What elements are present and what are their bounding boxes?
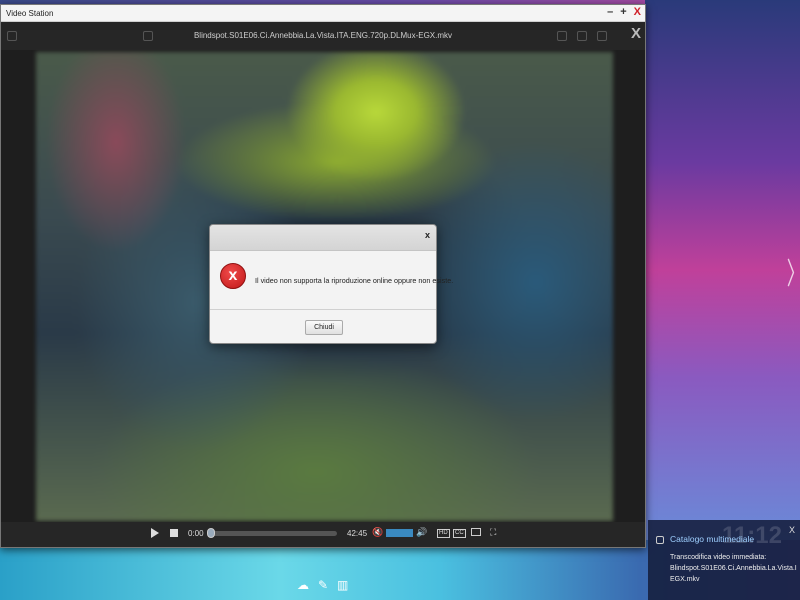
hd-icon[interactable]: HD — [437, 529, 450, 538]
notification-line-2: Blindspot.S01E06.Ci.Annebbia.La.Vista.I — [670, 565, 797, 572]
playback-controls: 0:00 42:45 🔇 🔊 HD CC ⛶ — [1, 522, 645, 547]
tools-icon[interactable]: ✎ — [318, 578, 328, 592]
book-icon[interactable]: ▥ — [337, 578, 348, 592]
maximize-button[interactable]: + — [620, 6, 626, 18]
cloud-icon[interactable]: ☁ — [297, 578, 309, 592]
dialog-message: Il video non supporta la riproduzione on… — [255, 276, 454, 285]
fullscreen-icon[interactable]: ⛶ — [490, 527, 496, 538]
notification-line-3: EGX.mkv — [670, 576, 700, 583]
seek-bar[interactable] — [209, 531, 337, 536]
minimize-button[interactable]: – — [607, 6, 613, 18]
dialog-close-button[interactable]: x — [425, 230, 430, 240]
close-window-button[interactable]: X — [634, 6, 641, 18]
dialog-header: x — [210, 225, 436, 251]
volume-slider[interactable] — [386, 529, 413, 537]
error-icon: x — [220, 263, 246, 289]
mute-icon[interactable]: 🔇 — [372, 527, 383, 538]
notification-close-button[interactable]: X — [789, 525, 795, 535]
window-titlebar: Video Station – + X — [1, 5, 645, 22]
player-toolbar: Blindspot.S01E06.Ci.Annebbia.La.Vista.IT… — [1, 22, 645, 50]
desktop-wallpaper-right — [645, 0, 800, 540]
play-icon[interactable] — [151, 528, 159, 538]
total-time: 42:45 — [347, 529, 368, 538]
current-time: 0:00 — [188, 529, 204, 538]
notification-title: Catalogo multimediale — [670, 534, 755, 544]
seek-handle[interactable] — [207, 528, 215, 538]
error-dialog: x x Il video non supporta la riproduzion… — [209, 224, 453, 344]
next-arrow-icon[interactable]: 〉 — [787, 258, 800, 292]
window-title: Video Station — [6, 9, 54, 18]
cast-icon[interactable] — [471, 528, 481, 536]
close-button[interactable]: Chiudi — [305, 320, 343, 335]
dialog-divider — [210, 309, 436, 310]
media-catalog-icon — [656, 536, 664, 544]
window-controls: – + X — [607, 6, 641, 18]
video-filename: Blindspot.S01E06.Ci.Annebbia.La.Vista.IT… — [193, 31, 453, 40]
volume-icon[interactable]: 🔊 — [416, 527, 427, 538]
close-player-button[interactable]: X — [631, 25, 641, 42]
notification-panel: 11:12 Catalogo multimediale X Transcodif… — [648, 520, 800, 600]
subtitles-icon[interactable]: CC — [453, 529, 466, 538]
notification-line-1: Transcodifica video immediata: — [670, 554, 767, 561]
stop-icon[interactable] — [170, 529, 178, 537]
